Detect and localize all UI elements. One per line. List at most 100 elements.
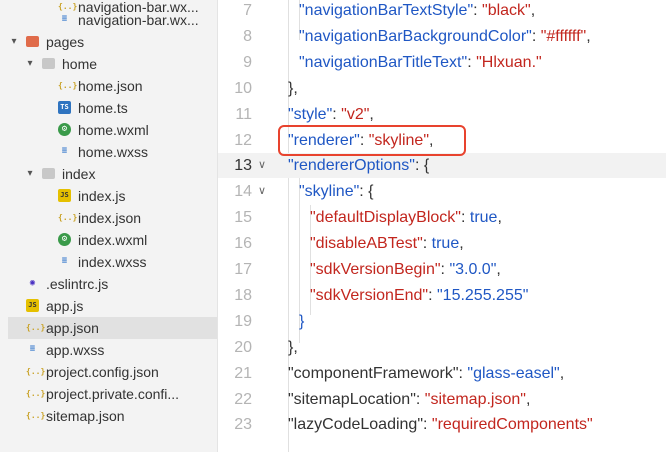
js-file-icon: JS: [26, 299, 39, 312]
eslint-file-icon: ◉: [29, 278, 36, 288]
wxss-file-icon: ≡: [61, 256, 68, 266]
code-line-17[interactable]: 17 "sdkVersionBegin": "3.0.0",: [218, 257, 666, 282]
code-text: "sdkVersionEnd": "15.255.255": [310, 283, 528, 308]
renderer-highlight-box: [278, 125, 466, 156]
tree-item-label: index.json: [78, 210, 142, 226]
tree-item-index[interactable]: ▾ index: [8, 163, 217, 185]
tree-item-label: .eslintrc.js: [46, 276, 109, 292]
tree-item-label: navigation-bar.wx...: [78, 12, 199, 28]
code-line-8[interactable]: 8 "navigationBarBackgroundColor": "#fffff…: [218, 24, 666, 49]
code-line-10[interactable]: 10},: [218, 76, 666, 101]
code-text: "skyline": {: [299, 179, 374, 204]
tree-item-label: index.wxss: [78, 254, 147, 270]
code-token: "navigationBarTextStyle": [299, 2, 474, 19]
code-line-18[interactable]: 18 "sdkVersionEnd": "15.255.255": [218, 283, 666, 308]
code-text: "navigationBarTitleText": "Hlxuan.": [299, 50, 542, 75]
json-file-icon: {..}: [26, 411, 46, 420]
code-token: "sitemap.json": [424, 391, 526, 408]
code-token: :: [423, 416, 432, 433]
line-number: 8: [243, 28, 252, 45]
code-line-14[interactable]: 14 ∨ "skyline": {: [218, 179, 666, 204]
tree-item-app-json[interactable]: {..} app.json: [8, 317, 217, 339]
code-line-21[interactable]: 21 "componentFramework": "glass-easel",: [218, 361, 666, 386]
tree-item-label: sitemap.json: [46, 408, 125, 424]
code-line-13[interactable]: 13 ∨ "rendererOptions": {: [218, 153, 666, 178]
tree-item-label: pages: [46, 34, 85, 50]
tree-item-label: home.json: [78, 78, 143, 94]
code-line-23[interactable]: 23 "lazyCodeLoading": "requiredComponents…: [218, 412, 666, 437]
code-token: "15.255.255": [436, 287, 529, 304]
tree-item-label: app.js: [46, 298, 84, 314]
code-token: :: [415, 391, 425, 408]
code-text: },: [288, 335, 298, 360]
code-editor[interactable]: 7 "navigationBarTextStyle": "black", 8 "nav…: [218, 0, 666, 452]
code-token: : {: [414, 157, 430, 174]
code-line-11[interactable]: 11 "style": "v2",: [218, 102, 666, 127]
tree-item-index-wxss[interactable]: ≡ index.wxss: [8, 251, 217, 273]
code-line-20[interactable]: 20},: [218, 335, 666, 360]
chevron-down-icon[interactable]: ▾: [8, 31, 20, 53]
tree-item-sitemap-json[interactable]: {..} sitemap.json: [8, 405, 217, 427]
folder-icon: [26, 36, 39, 47]
line-number: 17: [234, 261, 252, 278]
code-token: },: [288, 339, 298, 356]
code-line-19[interactable]: 19}: [218, 309, 666, 334]
tree-item-label: project.config.json: [46, 364, 159, 380]
tree-item-label: app.wxss: [46, 342, 105, 358]
code-text: "sitemapLocation": "sitemap.json",: [288, 387, 530, 412]
code-line-9[interactable]: 9 "navigationBarTitleText": "Hlxuan.": [218, 50, 666, 75]
code-line-7[interactable]: 7 "navigationBarTextStyle": "black",: [218, 0, 666, 23]
line-number: 15: [234, 209, 252, 226]
line-number: 20: [234, 339, 252, 356]
fold-chevron-icon[interactable]: ∨: [258, 179, 266, 204]
code-token: ,: [369, 106, 374, 123]
line-number: 10: [234, 80, 252, 97]
code-token: ,: [459, 235, 464, 252]
chevron-down-icon[interactable]: ▾: [24, 53, 36, 75]
chevron-down-icon[interactable]: ▾: [24, 163, 36, 185]
code-text: "sdkVersionBegin": "3.0.0",: [310, 257, 501, 282]
code-text: "defaultDisplayBlock": true,: [310, 205, 502, 230]
js-file-icon: JS: [58, 189, 71, 202]
code-token: :: [473, 2, 483, 19]
tree-item-index-wxml[interactable]: ⚙ index.wxml: [8, 229, 217, 251]
wxss-file-icon: ≡: [29, 344, 36, 354]
fold-chevron-icon[interactable]: ∨: [258, 153, 266, 178]
code-line-16[interactable]: 16 "disableABTest": true,: [218, 231, 666, 256]
tree-item-home-wxss[interactable]: ≡ home.wxss: [8, 141, 217, 163]
code-line-22[interactable]: 22 "sitemapLocation": "sitemap.json",: [218, 387, 666, 412]
tree-item-project-private-confi-[interactable]: {..} project.private.confi...: [8, 383, 217, 405]
code-token: "componentFramework": [288, 365, 459, 382]
code-text: "navigationBarTextStyle": "black",: [299, 0, 535, 23]
tree-item--eslintrc-js[interactable]: ◉ .eslintrc.js: [8, 273, 217, 295]
tree-item-label: home.wxss: [78, 144, 149, 160]
code-token: "Hlxuan.": [476, 54, 542, 71]
tree-item-home[interactable]: ▾ home: [8, 53, 217, 75]
tree-item-home-json[interactable]: {..} home.json: [8, 75, 217, 97]
json-file-icon: {..}: [58, 213, 78, 222]
code-token: :: [531, 28, 541, 45]
line-number: 23: [234, 416, 252, 433]
code-token: ,: [497, 209, 502, 226]
code-token: "#ffffff": [540, 28, 587, 45]
tree-item-app-wxss[interactable]: ≡ app.wxss: [8, 339, 217, 361]
tree-item-index-json[interactable]: {..} index.json: [8, 207, 217, 229]
code-text: "disableABTest": true,: [310, 231, 464, 256]
code-token: ,: [530, 2, 536, 19]
code-line-15[interactable]: 15 "defaultDisplayBlock": true,: [218, 205, 666, 230]
tree-item-label: index: [62, 166, 96, 182]
code-token: "defaultDisplayBlock": [310, 209, 461, 226]
tree-item-label: home.ts: [78, 100, 128, 116]
line-number: 22: [234, 391, 252, 408]
tree-item-home-wxml[interactable]: ⚙ home.wxml: [8, 119, 217, 141]
tree-item-project-config-json[interactable]: {..} project.config.json: [8, 361, 217, 383]
tree-item-home-ts[interactable]: TS home.ts: [8, 97, 217, 119]
folder-icon: [42, 58, 55, 69]
tree-item-navigation-bar-wx-[interactable]: ≡ navigation-bar.wx...: [8, 9, 217, 31]
tree-item-index-js[interactable]: JS index.js: [8, 185, 217, 207]
tree-item-app-js[interactable]: JS app.js: [8, 295, 217, 317]
tree-item-pages[interactable]: ▾ pages: [8, 31, 217, 53]
line-number: 11: [235, 106, 252, 123]
line-number: 7: [243, 2, 252, 19]
code-text: "style": "v2",: [288, 102, 374, 127]
